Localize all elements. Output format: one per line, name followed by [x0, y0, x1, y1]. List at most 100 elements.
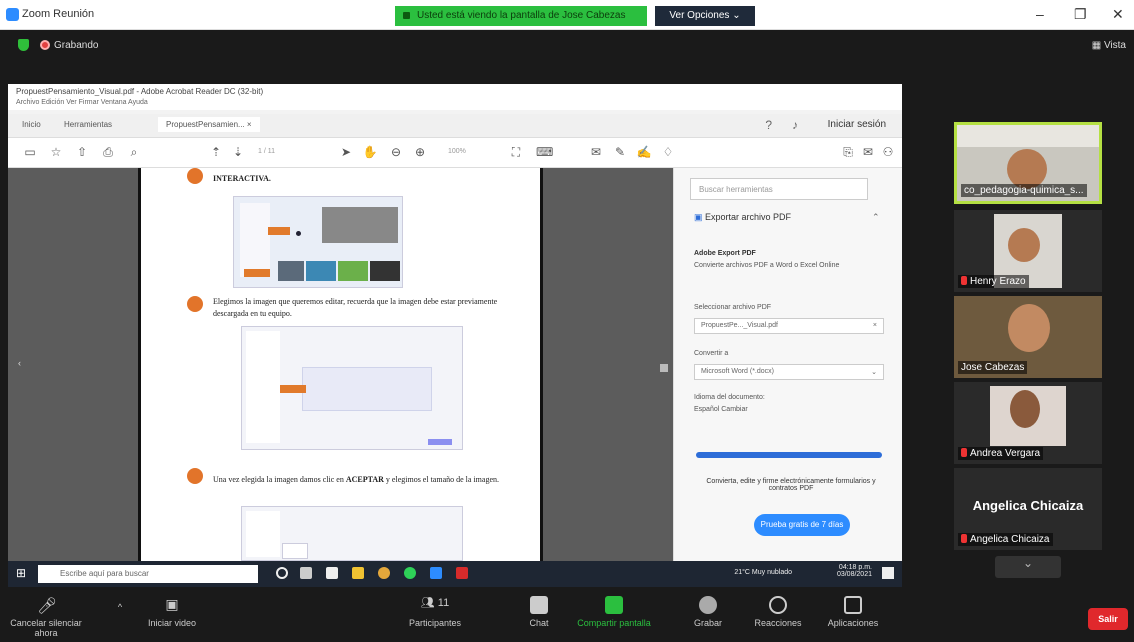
share-link-icon[interactable]: ⎘ [840, 144, 856, 160]
remove-file-icon[interactable]: × [873, 322, 877, 329]
participant-tile[interactable]: co_pedagogia-quimica_s... [954, 122, 1102, 204]
zoom-level[interactable]: 100% [448, 148, 466, 155]
reactions-label: Reacciones [754, 618, 802, 628]
acrobat-title: PropuestPensamiento_Visual.pdf - Adobe A… [8, 84, 902, 98]
bullet-icon [187, 468, 203, 484]
comment-icon[interactable]: ✉ [588, 144, 604, 160]
mail-icon[interactable]: ✉ [860, 144, 876, 160]
bullet-icon [187, 168, 203, 184]
participants-button[interactable]: 👥︎ 11 Participantes [398, 596, 472, 628]
bullet-icon [187, 296, 203, 312]
doc-para2: Elegimos la imagen que queremos editar, … [213, 297, 498, 318]
page-down-icon[interactable]: ⇣ [230, 144, 246, 160]
sharing-banner: Usted está viendo la pantalla de Jose Ca… [395, 6, 647, 26]
acrobat-menubar[interactable]: Archivo Edición Ver Firmar Ventana Ayuda [8, 98, 902, 110]
convert-button[interactable] [696, 452, 882, 458]
export-pdf-header[interactable]: ▣ Exportar archivo PDF [694, 212, 791, 223]
audio-options-icon[interactable]: ^ [110, 602, 130, 612]
search-icon[interactable]: ⌕ [126, 144, 142, 160]
prev-page-icon[interactable]: ‹ [18, 358, 21, 368]
meeting-topbar: Grabando ▦ Vista [0, 30, 1134, 60]
format-select[interactable]: Microsoft Word (*.docx) ⌄ [694, 364, 884, 380]
collapse-icon[interactable]: ⌃ [872, 212, 880, 223]
participant-video [1008, 304, 1050, 352]
view-options-button[interactable]: Ver Opciones ⌄ [655, 6, 755, 26]
fit-page-icon[interactable]: ⛶ [508, 144, 524, 160]
share-screen-icon [605, 596, 623, 614]
print-icon[interactable]: ⎙ [100, 144, 116, 160]
sign-icon[interactable]: ✍ [636, 144, 652, 160]
participants-icon: 👥︎ 11 [420, 597, 450, 609]
windows-start-icon[interactable]: ⊞ [16, 567, 28, 579]
zoom-out-icon[interactable]: ⊖ [388, 144, 404, 160]
zoom-app-icon[interactable] [430, 567, 442, 579]
tab-inicio[interactable]: Inicio [22, 120, 41, 129]
video-button[interactable]: ▣ Iniciar video [140, 596, 204, 628]
page-up-icon[interactable]: ⇡ [208, 144, 224, 160]
add-user-icon[interactable]: ⚇ [880, 144, 896, 160]
taskbar-search-input[interactable]: Escribe aquí para buscar [38, 565, 258, 583]
signin-button[interactable]: Iniciar sesión [828, 119, 886, 130]
pdf-page: INTERACTIVA. Elegimos la imagen que quer… [138, 168, 543, 561]
tab-document[interactable]: PropuestPensamien... × [158, 117, 260, 132]
chrome-icon[interactable] [378, 567, 390, 579]
close-icon[interactable]: ✕ [1112, 6, 1124, 23]
apps-button[interactable]: Aplicaciones [820, 596, 886, 628]
mute-label: Cancelar silenciar ahora [10, 618, 82, 638]
participant-video [1007, 149, 1047, 189]
chat-label: Chat [529, 618, 549, 628]
arrow-icon [244, 269, 270, 277]
minimize-icon[interactable]: – [1036, 6, 1044, 22]
record-label: Grabar [693, 618, 722, 628]
security-shield-icon[interactable] [18, 39, 29, 51]
weather-widget[interactable]: 21°C Muy nublado [734, 569, 792, 576]
reactions-button[interactable]: Reacciones [748, 596, 808, 628]
zoom-in-icon[interactable]: ⊕ [412, 144, 428, 160]
task-view-icon[interactable] [300, 567, 312, 579]
folder-icon[interactable] [352, 567, 364, 579]
file-field[interactable]: PropuestPe..._Visual.pdf × [694, 318, 884, 334]
bell-icon[interactable]: ♪ [792, 118, 798, 132]
view-button[interactable]: ▦ Vista [1092, 40, 1126, 51]
mute-button[interactable]: 🎤︎ Cancelar silenciar ahora [4, 596, 88, 638]
chevron-down-icon[interactable]: ⌄ [995, 556, 1061, 578]
help-icon[interactable]: ? [765, 118, 772, 132]
record-icon [699, 596, 717, 614]
page-indicator[interactable]: 1 / 11 [258, 148, 275, 155]
clock-date: 03/08/2021 [836, 571, 872, 578]
doc-language-label: Idioma del documento: [694, 394, 765, 401]
record-button[interactable]: Grabar [688, 596, 728, 628]
participant-name: Jose Cabezas [958, 361, 1028, 374]
document-area[interactable]: INTERACTIVA. Elegimos la imagen que quer… [8, 168, 673, 561]
cortana-icon[interactable] [276, 567, 288, 579]
store-icon[interactable] [326, 567, 338, 579]
maximize-icon[interactable]: ❐ [1074, 6, 1087, 23]
new-file-icon[interactable]: ▭ [22, 144, 38, 160]
chat-button[interactable]: Chat [524, 596, 554, 628]
keyboard-icon[interactable]: ⌨ [536, 144, 553, 160]
participant-tile[interactable]: Henry Erazo [954, 210, 1102, 292]
taskbar-clock[interactable]: 04:18 p.m. 03/08/2021 [837, 564, 872, 578]
cursor-icon[interactable]: ➤ [338, 144, 354, 160]
whatsapp-icon[interactable] [404, 567, 416, 579]
stamp-icon[interactable]: ♢ [660, 144, 676, 160]
scroll-thumb[interactable] [660, 364, 668, 372]
upload-icon[interactable]: ⇧ [74, 144, 90, 160]
tab-herramientas[interactable]: Herramientas [64, 120, 112, 129]
notifications-icon[interactable] [882, 567, 894, 579]
free-trial-button[interactable]: Prueba gratis de 7 días [754, 514, 850, 536]
zoom-logo-icon [6, 8, 19, 21]
participant-name: Henry Erazo [958, 275, 1029, 288]
tools-search-input[interactable]: Buscar herramientas [690, 178, 868, 200]
star-icon[interactable]: ☆ [48, 144, 64, 160]
participant-name: co_pedagogia-quimica_s... [961, 184, 1087, 197]
doc-language-value[interactable]: Español Cambiar [694, 406, 748, 413]
participant-tile[interactable]: Andrea Vergara [954, 382, 1102, 464]
pen-icon[interactable]: ✎ [612, 144, 628, 160]
participant-tile[interactable]: Angelica Chicaiza Angelica Chicaiza [954, 468, 1102, 550]
participant-tile[interactable]: Jose Cabezas [954, 296, 1102, 378]
acrobat-app-icon[interactable] [456, 567, 468, 579]
leave-button[interactable]: Salir [1088, 608, 1128, 630]
share-screen-button[interactable]: Compartir pantalla [572, 596, 656, 628]
hand-icon[interactable]: ✋ [362, 144, 378, 160]
